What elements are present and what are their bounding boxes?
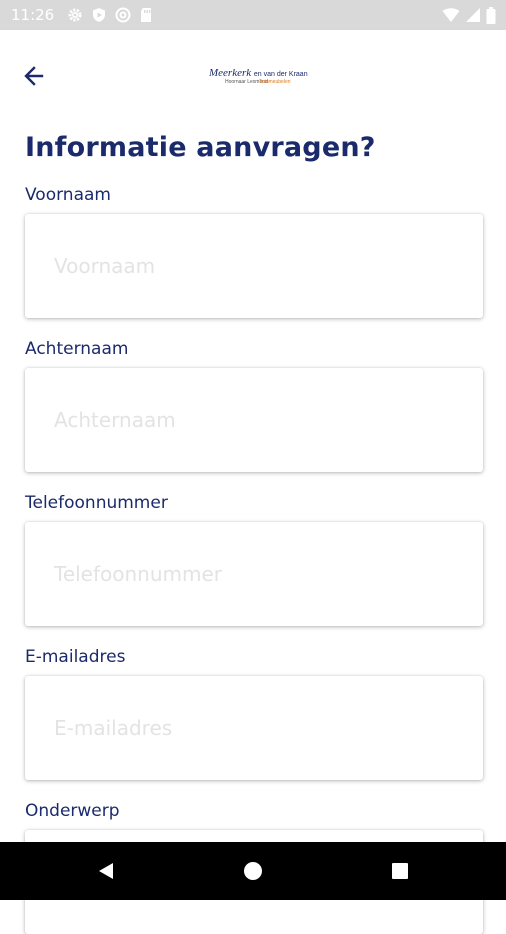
first-name-label: Voornaam (25, 185, 111, 205)
last-name-label: Achternaam (25, 339, 129, 359)
back-triangle-icon (99, 863, 113, 879)
status-time: 11:26 (11, 6, 55, 24)
status-icons-right (442, 6, 496, 24)
nav-home-button[interactable] (238, 856, 268, 886)
logo-main-text: Meerkerk en van der Kraan (209, 67, 308, 79)
page-title: Informatie aanvragen? (25, 132, 376, 163)
signal-icon (466, 8, 480, 22)
last-name-field-box (25, 368, 483, 472)
email-field-box (25, 676, 483, 780)
arrow-left-icon (24, 66, 44, 86)
nav-back-button[interactable] (91, 856, 121, 886)
back-button[interactable] (18, 60, 50, 92)
email-input[interactable] (25, 676, 483, 780)
at-sign-icon (115, 7, 131, 23)
play-protect-icon (93, 8, 105, 22)
phone-input[interactable] (25, 522, 483, 626)
email-label: E-mailadres (25, 647, 126, 667)
company-logo: Meerkerk en van der Kraan Hoornaar Lexmo… (205, 66, 308, 88)
last-name-input[interactable] (25, 368, 483, 472)
battery-icon (486, 6, 496, 24)
gear-icon (68, 8, 82, 22)
subject-label: Onderwerp (25, 801, 120, 821)
app-bar: Meerkerk en van der Kraan Hoornaar Lexmo… (0, 30, 506, 120)
nav-recents-button[interactable] (385, 856, 415, 886)
first-name-field-box (25, 214, 483, 318)
wifi-icon (442, 8, 460, 22)
first-name-input[interactable] (25, 214, 483, 318)
status-bar: 11:26 (0, 0, 506, 30)
home-circle-icon (244, 862, 262, 880)
system-nav-bar (0, 842, 506, 900)
phone-label: Telefoonnummer (25, 493, 168, 513)
logo-sub2-text: Tuinmeubelen (259, 79, 291, 85)
sd-card-icon (141, 8, 151, 22)
status-icons-left (67, 6, 153, 24)
recents-square-icon (392, 863, 408, 879)
phone-field-box (25, 522, 483, 626)
